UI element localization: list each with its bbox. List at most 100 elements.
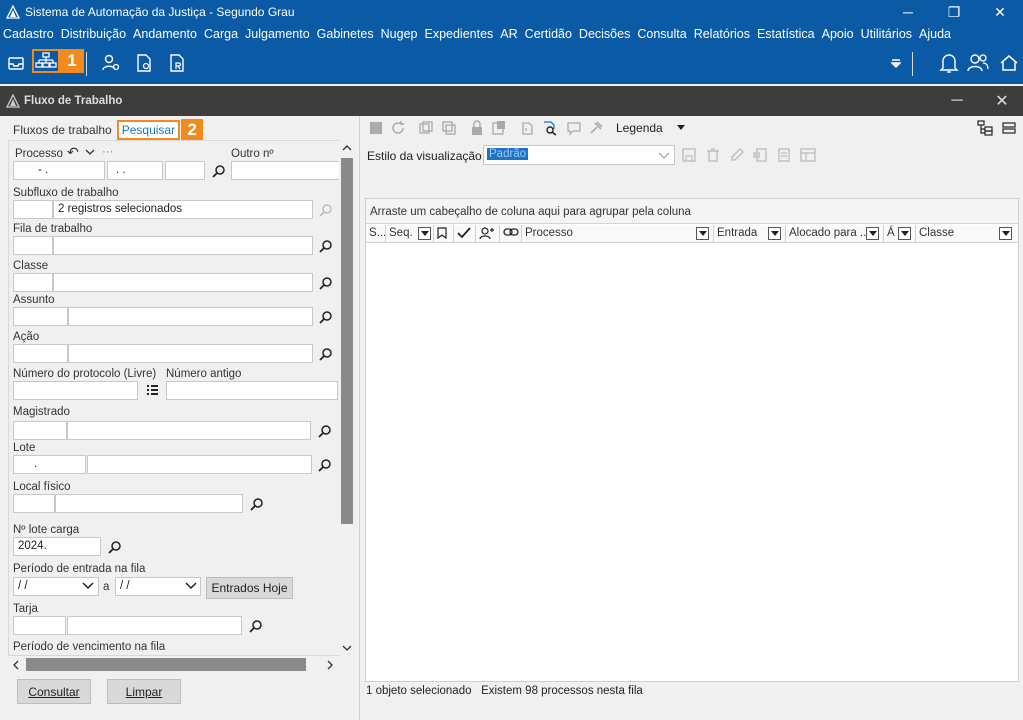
subfluxo-value-input[interactable]: 2 registros selecionados [53,200,313,219]
classe-value-input[interactable] [53,273,313,292]
column-header-link[interactable] [500,225,522,243]
estilo-select[interactable]: Padrão [483,145,675,165]
processo-origin-input[interactable]: . . [107,161,163,180]
vertical-scrollbar[interactable] [339,140,355,656]
horizontal-scrollbar[interactable] [8,656,339,673]
refresh-icon[interactable] [390,120,406,136]
column-header-processo[interactable]: Processo [522,225,714,243]
column-filter-dropdown[interactable] [898,227,911,240]
attach-icon[interactable] [519,120,535,136]
column-filter-dropdown[interactable] [866,227,879,240]
inbox-button[interactable] [5,52,27,74]
menu-ajuda[interactable]: Ajuda [919,27,956,41]
menu-utilitarios[interactable]: Utilitários [861,27,917,41]
menu-consulta[interactable]: Consulta [637,27,691,41]
gavel-icon[interactable] [588,120,604,136]
column-header-seq[interactable]: Seq. [386,225,434,243]
fila-value-input[interactable] [53,236,313,255]
classe-code-input[interactable] [13,273,53,292]
chevron-down-icon[interactable] [658,152,670,160]
lote-code-input[interactable]: . [13,455,86,474]
search-icon[interactable] [319,347,333,361]
column-header-bookmark[interactable] [434,225,454,243]
column-filter-dropdown[interactable] [696,227,709,240]
export-excel-icon[interactable] [752,147,768,163]
menu-julgamento[interactable]: Julgamento [245,27,315,41]
assunto-code-input[interactable] [13,307,68,326]
save-style-icon[interactable] [681,147,697,163]
search-icon[interactable] [319,310,333,324]
search-icon[interactable] [108,540,122,554]
acao-code-input[interactable] [13,344,68,363]
menu-estatistica[interactable]: Estatística [757,27,820,41]
column-header-entrada[interactable]: Entrada [714,225,786,243]
search-icon[interactable] [212,164,226,178]
users-button[interactable] [967,52,989,74]
menu-distribuicao[interactable]: Distribuição [61,27,131,41]
menu-ar[interactable]: AR [500,27,522,41]
chevron-down-icon[interactable] [85,148,95,156]
document-o-button[interactable] [133,52,155,74]
save-copy-icon[interactable] [491,120,507,136]
magistrado-code-input[interactable] [13,421,67,440]
column-header-user[interactable] [476,225,500,243]
column-filter-dropdown[interactable] [999,227,1012,240]
search-icon[interactable] [249,619,263,633]
subfluxo-code-input[interactable] [13,200,53,219]
column-header-s[interactable]: S... [366,225,386,243]
scroll-left-icon[interactable] [12,660,20,670]
legenda-dropdown[interactable]: Legenda [616,121,663,135]
duplicate-icon[interactable] [441,120,457,136]
group-by-area[interactable]: Arraste um cabeçalho de coluna aqui para… [366,199,1018,224]
inner-minimize-button[interactable]: ─ [937,86,977,116]
layout-icon[interactable] [800,147,816,163]
search-icon[interactable] [319,276,333,290]
menu-expedientes[interactable]: Expedientes [424,27,498,41]
chevron-down-icon[interactable] [185,582,197,590]
search-icon[interactable] [318,424,332,438]
menu-andamento[interactable]: Andamento [133,27,202,41]
menu-decisoes[interactable]: Decisões [579,27,635,41]
dropdown-menu-button[interactable] [885,52,907,74]
comment-icon[interactable] [566,120,582,136]
tab-fluxos-de-trabalho[interactable]: Fluxos de trabalho [8,120,117,140]
magistrado-value-input[interactable] [67,421,311,440]
lock-icon[interactable] [469,120,485,136]
numero-antigo-input[interactable] [166,381,338,400]
entrados-hoje-button[interactable]: Entrados Hoje [206,577,293,599]
local-fisico-value-input[interactable] [55,494,243,513]
list-icon[interactable] [146,384,159,397]
search-icon[interactable] [318,458,332,472]
caret-down-icon[interactable] [677,125,685,131]
copy-icon[interactable] [418,120,434,136]
protocolo-input[interactable] [13,381,138,400]
document-r-button[interactable] [166,52,188,74]
list-view-icon[interactable] [1001,120,1017,136]
menu-nugep[interactable]: Nugep [381,27,423,41]
scroll-right-icon[interactable] [326,660,334,670]
menu-apoio[interactable]: Apoio [822,27,859,41]
restore-button[interactable]: ❐ [931,0,977,24]
inner-close-button[interactable]: ✕ [982,86,1022,116]
more-icon[interactable]: ··· [102,146,114,158]
stop-icon[interactable] [368,120,384,136]
search-document-icon[interactable] [542,120,558,136]
tarja-value-input[interactable] [67,616,242,635]
scroll-up-icon[interactable] [342,144,352,152]
menu-carga[interactable]: Carga [204,27,243,41]
fila-code-input[interactable] [13,236,53,255]
column-header-check[interactable] [454,225,476,243]
lote-carga-input[interactable]: 2024. [13,537,101,556]
acao-value-input[interactable] [68,344,313,363]
consultar-button[interactable]: Consultar [17,679,91,704]
column-header-a[interactable]: Á [884,225,916,243]
minimize-button[interactable]: ─ [885,0,931,24]
processo-number-input[interactable]: - . [13,161,105,180]
vertical-scroll-thumb[interactable] [341,158,353,524]
column-filter-dropdown[interactable] [768,227,781,240]
lote-value-input[interactable] [87,455,312,474]
workflow-button[interactable] [32,49,60,73]
column-filter-dropdown[interactable] [418,227,431,240]
scroll-down-icon[interactable] [342,644,352,652]
tab-pesquisar[interactable]: Pesquisar [116,120,181,140]
